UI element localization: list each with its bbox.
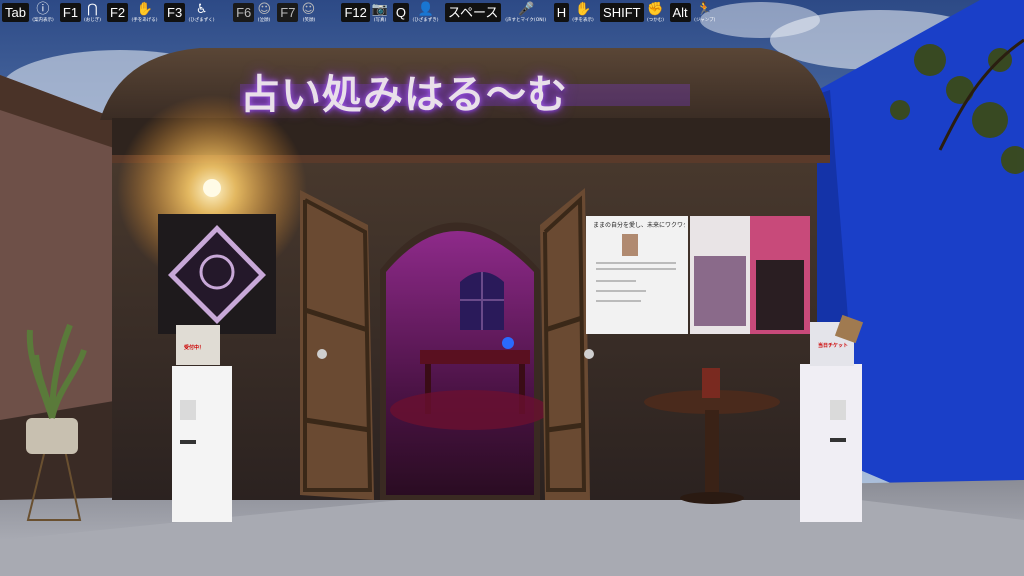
hud-item: F6 ☺ (泣顔): [233, 0, 272, 23]
hud-key-label: F7: [277, 3, 299, 22]
hand-icon: ✋ (手を表示): [571, 0, 595, 23]
kiosk-left-label: 受付中！: [184, 345, 205, 351]
smile-face-icon: ☺ (泣顔): [256, 0, 272, 23]
hud-item: Tab ⓘ (案内表示): [2, 0, 55, 23]
happy-face-icon: ☺: [301, 2, 316, 17]
hud-item: スペース 🎤 (声すとマイク(ON)): [444, 0, 549, 23]
hud-key-label: F6: [233, 3, 255, 22]
hud-key-label: F1: [59, 3, 82, 22]
add-user-icon: 👤: [417, 2, 434, 17]
hud-caption: (ひざまずく): [188, 17, 215, 23]
hud-key-label: スペース: [444, 3, 502, 22]
voice-mic-icon: 🎤: [518, 2, 535, 17]
hud-item: F3 ♿ (ひざまずく): [164, 0, 216, 23]
camera-icon: 📷 (写真): [372, 0, 388, 23]
jump-icon: 🏃 (ジャンプ): [693, 0, 717, 23]
info-icon: ⓘ: [36, 2, 50, 17]
hud-item: F12 📷 (写真): [341, 0, 388, 23]
hud-caption: (手をあげる): [131, 17, 158, 23]
hud-caption: (泣顔): [258, 17, 271, 23]
hud-key-label: Tab: [2, 3, 29, 22]
hud-key-label: SHIFT: [600, 3, 644, 22]
sit-icon: ♿ (ひざまずく): [187, 0, 216, 23]
grab-hand-icon: ✊: [647, 2, 664, 17]
hud-caption: (ジャンプ): [693, 17, 716, 23]
hud-item: H ✋ (手を表示): [553, 0, 595, 23]
hud-caption: (声すとマイク(ON)): [505, 17, 547, 23]
controls-hud: Tab ⓘ (案内表示) F1 ⋂ (おじぎ) F2 ✋ (手をあげる) F3 ♿ (ひざまずく) F6…: [0, 0, 1024, 26]
hud-caption: (ひざまずき): [412, 17, 439, 23]
hud-item: Q 👤 (ひざまずき): [392, 0, 440, 23]
kiosk-right-label: 当日チケット: [818, 343, 849, 349]
hud-key-label: Alt: [669, 3, 691, 22]
hud-caption: (つかむ): [646, 17, 664, 23]
raise-hand-icon: ✋: [136, 2, 153, 17]
hud-item: Alt 🏃 (ジャンプ): [669, 0, 717, 23]
info-icon: ⓘ (案内表示): [31, 0, 55, 23]
hud-caption: (おじぎ): [83, 17, 102, 23]
hud-key-label: F2: [106, 3, 129, 22]
smile-face-icon: ☺: [257, 2, 272, 17]
hands-up-icon: ⋂ (おじぎ): [83, 0, 102, 23]
grab-hand-icon: ✊ (つかむ): [646, 0, 665, 23]
voice-mic-icon: 🎤 (声すとマイク(ON)): [503, 0, 548, 23]
camera-icon: 📷: [371, 2, 389, 17]
hud-item: F1 ⋂ (おじぎ): [59, 0, 102, 23]
hud-key-label: Q: [392, 3, 409, 22]
hud-key-label: F12: [341, 3, 370, 22]
hand-icon: ✋: [575, 2, 592, 17]
hands-up-icon: ⋂: [87, 2, 98, 17]
hud-caption: (写真): [373, 17, 387, 23]
hud-item: F7 ☺ (笑顔): [277, 0, 316, 23]
hud-item: F2 ✋ (手をあげる): [106, 0, 159, 23]
add-user-icon: 👤 (ひざまずき): [411, 0, 440, 23]
hud-caption: (笑顔): [302, 17, 315, 23]
hud-caption: (案内表示): [32, 17, 54, 23]
sit-icon: ♿: [195, 2, 208, 17]
jump-icon: 🏃: [696, 2, 713, 17]
hud-item: SHIFT ✊ (つかむ): [600, 0, 664, 23]
happy-face-icon: ☺ (笑顔): [300, 0, 316, 23]
hud-key-label: H: [553, 3, 570, 22]
hud-key-label: F3: [164, 3, 186, 22]
hud-caption: (手を表示): [572, 17, 594, 23]
shop-sign-title: 占い処みはる〜む: [240, 72, 568, 118]
poster-headline: ままの自分を愛し、未来にワクワクする: [593, 222, 685, 229]
raise-hand-icon: ✋ (手をあげる): [130, 0, 159, 23]
